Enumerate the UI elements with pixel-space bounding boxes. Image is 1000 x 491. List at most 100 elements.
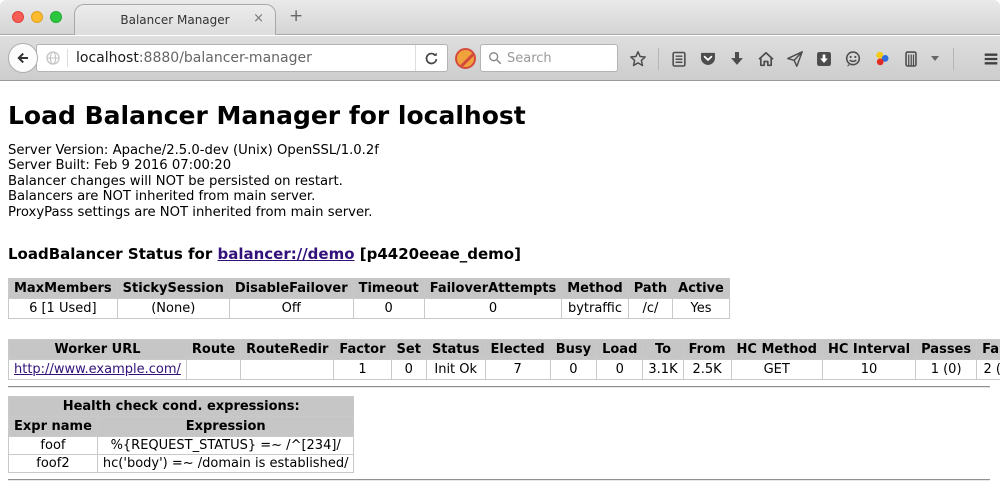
video-download-icon[interactable] xyxy=(815,50,833,68)
table-cell: GET xyxy=(731,360,822,380)
column-header: FailoverAttempts xyxy=(424,279,562,299)
search-bar[interactable]: Search xyxy=(480,44,618,72)
column-header: RouteRedir xyxy=(241,340,334,360)
worker-url-cell: http://www.example.com/ xyxy=(9,360,187,380)
table-cell: 1 (0) xyxy=(916,360,977,380)
status-suffix: [p4420eeae_demo] xyxy=(355,245,521,263)
expr-name-cell: foof xyxy=(9,437,98,455)
addon-colordots-icon[interactable] xyxy=(873,50,891,68)
table-cell: Off xyxy=(229,299,353,319)
table-cell: 2.5K xyxy=(683,360,731,380)
column-header: Set xyxy=(391,340,426,360)
tab-title: Balancer Manager xyxy=(120,13,229,27)
titlebar: Balancer Manager × + xyxy=(0,0,1000,35)
table-cell xyxy=(241,360,334,380)
health-table-header-row: Expr nameExpression xyxy=(9,417,354,437)
column-header: Elected xyxy=(485,340,550,360)
column-header: Method xyxy=(562,279,628,299)
table-cell: 0 xyxy=(550,360,596,380)
health-table-title: Health check cond. expressions: xyxy=(9,397,354,417)
url-text[interactable]: localhost:8880/balancer-manager xyxy=(76,50,312,66)
navigation-toolbar: localhost:8880/balancer-manager Search xyxy=(0,36,1000,81)
column-header: Worker URL xyxy=(9,340,187,360)
column-header: Fails xyxy=(977,340,1000,360)
health-table-row: foof %{REQUEST_STATUS} =~ /^[234]/ xyxy=(9,437,354,455)
server-built-line: Server Built: Feb 9 2016 07:00:20 xyxy=(8,158,992,173)
overflow-caret-icon[interactable] xyxy=(931,56,939,61)
page-title: Load Balancer Manager for localhost xyxy=(8,101,992,130)
zoom-window-button[interactable] xyxy=(50,11,62,23)
column-header: Factor xyxy=(334,340,391,360)
table-cell: 1 xyxy=(334,360,391,380)
feedback-smiley-icon[interactable] xyxy=(844,50,862,68)
expression-cell: %{REQUEST_STATUS} =~ /^[234]/ xyxy=(97,437,354,455)
toolbar-icon-strip xyxy=(629,36,1000,81)
toolbar-divider xyxy=(658,48,659,70)
server-info: Server Version: Apache/2.5.0-dev (Unix) … xyxy=(8,143,992,220)
reload-button[interactable] xyxy=(415,45,447,71)
expression-cell: hc('body') =~ /domain is established/ xyxy=(97,455,354,473)
table-cell: Init Ok xyxy=(426,360,485,380)
column-header: Load xyxy=(597,340,643,360)
reader-list-icon[interactable] xyxy=(902,50,920,68)
balancers-warning-line: Balancers are NOT inherited from main se… xyxy=(8,189,992,204)
close-window-button[interactable] xyxy=(12,11,24,23)
table-cell: bytraffic xyxy=(562,299,628,319)
table-cell: 6 [1 Used] xyxy=(9,299,118,319)
plugin-blocked-icon[interactable] xyxy=(455,48,476,69)
health-table-title-row: Health check cond. expressions: xyxy=(9,397,354,417)
worker-table: Worker URLRouteRouteRedirFactorSetStatus… xyxy=(8,339,1000,380)
health-table-row: foof2 hc('body') =~ /domain is establish… xyxy=(9,455,354,473)
search-magnifier-icon xyxy=(488,51,502,65)
section-divider xyxy=(8,479,990,481)
expr-name-cell: foof2 xyxy=(9,455,98,473)
urlbar-divider xyxy=(67,49,68,67)
table-cell: Yes xyxy=(673,299,730,319)
balancer-table-header-row: MaxMembersStickySessionDisableFailoverTi… xyxy=(9,279,730,299)
proxypass-warning-line: ProxyPass settings are NOT inherited fro… xyxy=(8,205,992,220)
table-cell: 7 xyxy=(485,360,550,380)
tab-close-icon[interactable]: × xyxy=(253,12,264,25)
pocket-icon[interactable] xyxy=(699,50,717,68)
column-header: Expr name xyxy=(9,417,98,437)
loadbalancer-status-heading: LoadBalancer Status for balancer://demo … xyxy=(8,245,992,263)
home-icon[interactable] xyxy=(757,50,775,68)
bookmarks-list-icon[interactable] xyxy=(670,50,688,68)
menu-hamburger-icon[interactable] xyxy=(982,50,1000,68)
section-divider xyxy=(8,386,990,388)
table-cell: 10 xyxy=(822,360,915,380)
back-button[interactable] xyxy=(8,43,38,73)
column-header: Status xyxy=(426,340,485,360)
table-cell: 0 xyxy=(391,360,426,380)
minimize-window-button[interactable] xyxy=(31,11,43,23)
column-header: Expression xyxy=(97,417,354,437)
table-cell: (None) xyxy=(117,299,229,319)
worker-table-header-row: Worker URLRouteRouteRedirFactorSetStatus… xyxy=(9,340,1000,360)
url-host: localhost xyxy=(76,50,139,66)
worker-url-link[interactable]: http://www.example.com/ xyxy=(14,362,181,377)
worker-table-data-row: http://www.example.com/ 10Init Ok7003.1K… xyxy=(9,360,1000,380)
url-bar[interactable]: localhost:8880/balancer-manager xyxy=(36,44,448,72)
column-header: DisableFailover xyxy=(229,279,353,299)
new-tab-button[interactable]: + xyxy=(289,6,303,26)
tab-balancer-manager[interactable]: Balancer Manager × xyxy=(74,4,276,35)
globe-icon xyxy=(45,50,61,66)
column-header: HC Method xyxy=(731,340,822,360)
persist-warning-line: Balancer changes will NOT be persisted o… xyxy=(8,174,992,189)
search-placeholder: Search xyxy=(507,51,552,66)
bookmark-star-icon[interactable] xyxy=(629,50,647,68)
send-icon[interactable] xyxy=(786,50,804,68)
column-header: To xyxy=(643,340,683,360)
column-header: Route xyxy=(186,340,240,360)
table-cell: 0 xyxy=(424,299,562,319)
column-header: MaxMembers xyxy=(9,279,118,299)
download-icon[interactable] xyxy=(728,50,746,68)
reload-icon xyxy=(424,51,439,66)
balancer-demo-link[interactable]: balancer://demo xyxy=(217,245,354,263)
table-cell xyxy=(186,360,240,380)
table-cell: 2 (0) xyxy=(977,360,1000,380)
browser-window: Balancer Manager × + localhost:8880/bala… xyxy=(0,0,1000,491)
column-header: Passes xyxy=(916,340,977,360)
balancer-table-data-row: 6 [1 Used](None)Off00bytraffic/c/Yes xyxy=(9,299,730,319)
column-header: Path xyxy=(628,279,672,299)
